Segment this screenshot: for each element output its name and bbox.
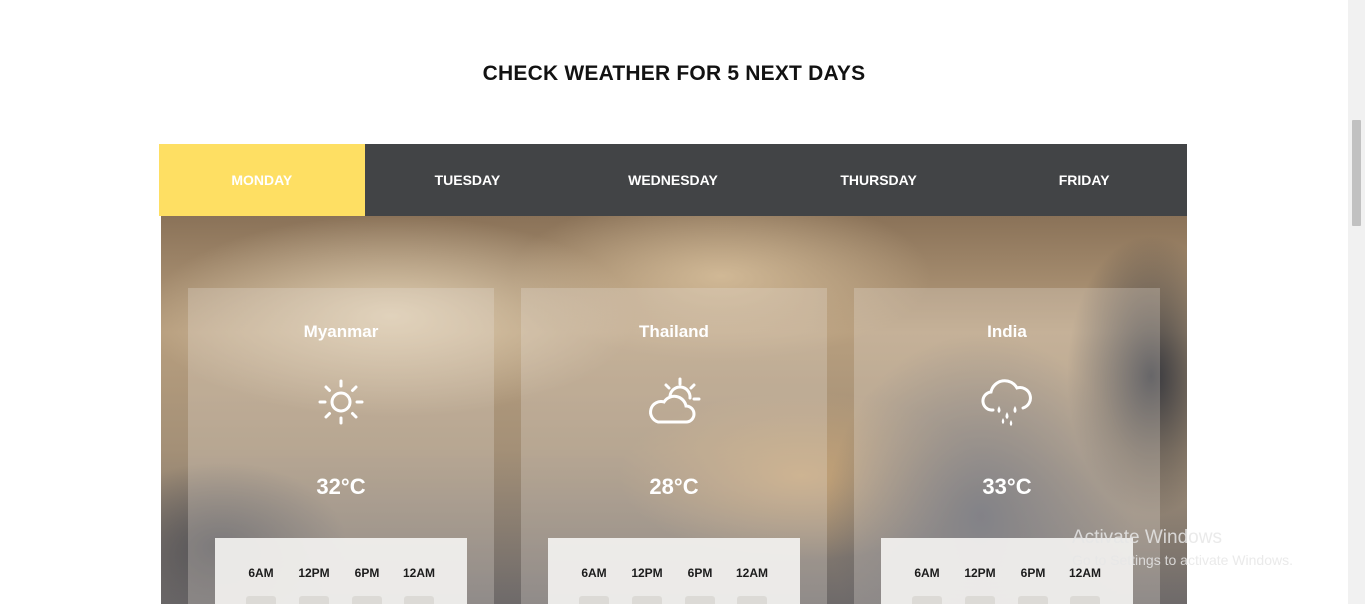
hour-label: 6PM <box>687 566 713 580</box>
tab-thursday[interactable]: THURSDAY <box>776 144 982 216</box>
hour-value <box>1070 596 1100 604</box>
hour-value <box>632 596 662 604</box>
hour-label: 12AM <box>735 566 768 580</box>
hour-value <box>246 596 276 604</box>
weather-card-thailand: Thailand 28°C 6AM 12PM 6PM 12AM <box>521 288 827 604</box>
city-name: Myanmar <box>303 322 379 341</box>
hour-label: 6PM <box>1020 566 1046 580</box>
rain-cloud-icon <box>979 374 1035 430</box>
sun-icon <box>313 374 369 430</box>
hourly-forecast: 6AM 12PM 6PM 12AM <box>215 538 467 604</box>
partly-cloudy-icon <box>646 374 702 430</box>
tab-monday[interactable]: MONDAY <box>159 144 365 216</box>
weather-panel: Myanmar 32°C 6AM 12PM 6PM 12AM Thailand … <box>161 216 1187 604</box>
hour-label: 6PM <box>354 566 380 580</box>
page-title: CHECK WEATHER FOR 5 NEXT DAYS <box>482 62 866 85</box>
hourly-forecast: 6AM 12PM 6PM 12AM <box>881 538 1133 604</box>
tab-tuesday[interactable]: TUESDAY <box>365 144 571 216</box>
hour-value <box>685 596 715 604</box>
weather-card-india: India 33°C 6AM 12PM 6PM 12AM <box>854 288 1160 604</box>
day-tabs: MONDAY TUESDAY WEDNESDAY THURSDAY FRIDAY <box>159 144 1187 216</box>
hour-label: 6AM <box>248 566 274 580</box>
city-name: Thailand <box>639 322 709 341</box>
hour-value <box>299 596 329 604</box>
hour-value <box>965 596 995 604</box>
temperature: 32°C <box>316 474 366 499</box>
hour-label: 12PM <box>631 566 663 580</box>
city-name: India <box>987 322 1027 341</box>
tab-friday[interactable]: FRIDAY <box>981 144 1187 216</box>
weather-card-myanmar: Myanmar 32°C 6AM 12PM 6PM 12AM <box>188 288 494 604</box>
hourly-forecast: 6AM 12PM 6PM 12AM <box>548 538 800 604</box>
hour-value <box>579 596 609 604</box>
hour-value <box>737 596 767 604</box>
scrollbar-thumb[interactable] <box>1352 120 1361 226</box>
hour-value <box>352 596 382 604</box>
hour-label: 12AM <box>1068 566 1101 580</box>
hour-value <box>912 596 942 604</box>
hour-label: 12PM <box>298 566 330 580</box>
hour-label: 12AM <box>402 566 435 580</box>
hour-value <box>404 596 434 604</box>
tab-wednesday[interactable]: WEDNESDAY <box>570 144 776 216</box>
temperature: 28°C <box>649 474 699 499</box>
page-scrollbar[interactable] <box>1348 0 1365 604</box>
hour-label: 12PM <box>964 566 996 580</box>
temperature: 33°C <box>982 474 1032 499</box>
hour-label: 6AM <box>914 566 940 580</box>
hour-label: 6AM <box>581 566 607 580</box>
hour-value <box>1018 596 1048 604</box>
